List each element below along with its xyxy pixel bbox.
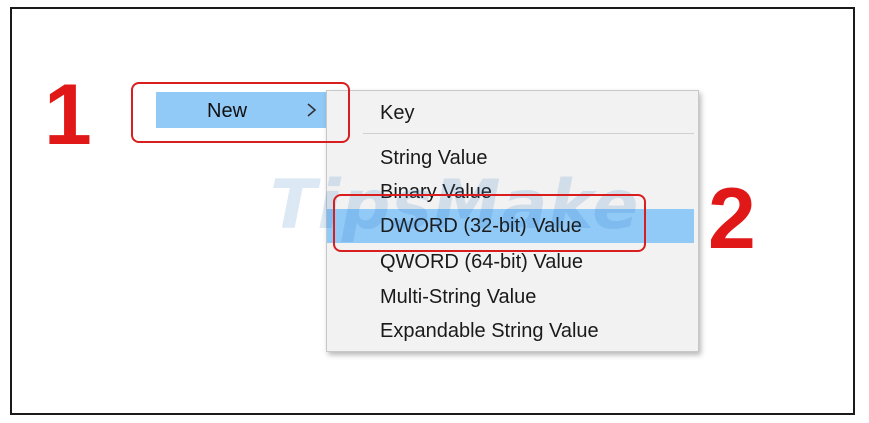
submenu-item-key[interactable]: Key	[327, 96, 698, 130]
submenu-item-label: QWORD (64-bit) Value	[380, 251, 584, 273]
menu-item-new[interactable]: New	[156, 92, 328, 128]
submenu-item-qword-value[interactable]: QWORD (64-bit) Value	[327, 245, 698, 279]
submenu-item-multi-string-value[interactable]: Multi-String Value	[327, 280, 698, 314]
step-number-1: 1	[44, 67, 92, 163]
watermark-logo: TipsMake	[270, 166, 640, 245]
submenu-item-label: Key	[380, 102, 415, 124]
menu-separator	[363, 133, 694, 134]
menu-item-new-label: New	[207, 100, 248, 122]
submenu-item-expandable-string-value[interactable]: Expandable String Value	[327, 314, 698, 348]
submenu-item-label: Expandable String Value	[380, 320, 599, 342]
submenu-item-label: Multi-String Value	[380, 286, 537, 308]
step-number-2: 2	[708, 171, 756, 267]
chevron-right-icon	[307, 103, 317, 117]
